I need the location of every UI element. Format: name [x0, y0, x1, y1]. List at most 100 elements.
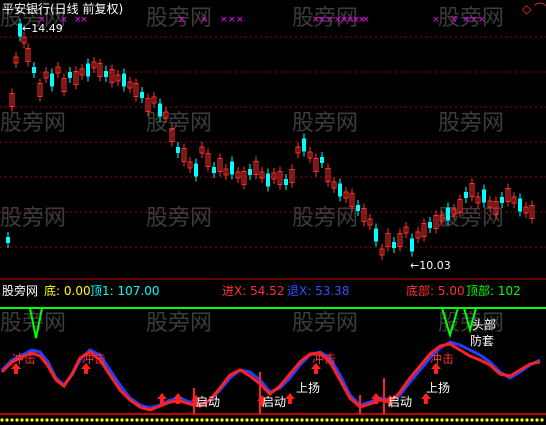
baseline-dot — [525, 418, 529, 422]
candle-body-down — [446, 207, 450, 221]
top-x-marker: × — [432, 15, 440, 25]
baseline-dot — [405, 418, 409, 422]
indicator-item-value: 102 — [497, 284, 521, 298]
baseline-dot — [110, 418, 114, 422]
baseline-dot — [100, 418, 104, 422]
baseline-dot — [495, 418, 499, 422]
candle-body-down — [248, 169, 252, 175]
signal-fangtao: 防套 — [470, 334, 495, 348]
baseline-dot — [25, 418, 29, 422]
indicator-item-value: 5.00 — [437, 284, 465, 298]
baseline-dot — [370, 418, 374, 422]
signal-chongji-1: 冲击 — [12, 352, 37, 366]
candle-body-down — [338, 183, 342, 197]
baseline-dot — [385, 418, 389, 422]
baseline-dot — [375, 418, 379, 422]
candle-body-down — [320, 157, 324, 163]
baseline-dot — [60, 418, 64, 422]
indicator-item-di: 底: 0.00 — [44, 284, 91, 298]
candle-body-down — [194, 163, 198, 177]
top-x-marker: × — [228, 15, 236, 25]
baseline-dot — [485, 418, 489, 422]
candle-body-down — [176, 147, 180, 153]
baseline-dot — [540, 418, 544, 422]
baseline-dot — [165, 418, 169, 422]
baseline-dot — [235, 418, 239, 422]
baseline-dot — [20, 418, 24, 422]
signal-chongji-2: 冲击 — [82, 352, 107, 366]
watermark-text: 股旁网 — [146, 311, 212, 336]
baseline-dot — [500, 418, 504, 422]
baseline-dot — [515, 418, 519, 422]
candle-body-down — [482, 189, 486, 203]
baseline-dot — [475, 418, 479, 422]
baseline-dot — [0, 418, 4, 422]
watermark-text: 股旁网 — [146, 111, 212, 136]
candle-body-down — [284, 179, 288, 185]
baseline-dot — [35, 418, 39, 422]
baseline-dot — [150, 418, 154, 422]
baseline-dot — [305, 418, 309, 422]
top-x-marker: × — [318, 15, 326, 25]
baseline-dot — [115, 418, 119, 422]
watermark-text: 股旁网 — [146, 206, 212, 231]
top-x-marker: × — [200, 15, 208, 25]
baseline-dot — [175, 418, 179, 422]
indicator-item-value: 107.00 — [117, 284, 160, 298]
baseline-dot — [250, 418, 254, 422]
baseline-dot — [285, 418, 289, 422]
baseline-dot — [140, 418, 144, 422]
baseline-dot — [510, 418, 514, 422]
indicator-item-jinx: 进X: 54.52 — [222, 284, 285, 298]
baseline-dot — [255, 418, 259, 422]
baseline-dot — [200, 418, 204, 422]
baseline-dot — [260, 418, 264, 422]
baseline-dot — [505, 418, 509, 422]
watermark-text: 股旁网 — [0, 206, 66, 231]
baseline-dot — [480, 418, 484, 422]
indicator-item-value: 53.38 — [315, 284, 350, 298]
baseline-dot — [445, 418, 449, 422]
low-price-value: 10.03 — [419, 259, 451, 272]
signal-qidong-1: 启动 — [196, 395, 221, 409]
baseline-dot — [195, 418, 199, 422]
indicator-item-ding1: 顶1: 107.00 — [90, 284, 160, 298]
baseline-dot — [220, 418, 224, 422]
baseline-dot — [180, 418, 184, 422]
top-x-marker: × — [478, 15, 486, 25]
indicator-header: 股旁网 — [2, 284, 38, 298]
candle-body-down — [374, 228, 378, 242]
baseline-dot — [300, 418, 304, 422]
candle-body-down — [68, 72, 72, 78]
indicator-item-dibu: 底部: 5.00 — [406, 284, 465, 298]
baseline-dot — [290, 418, 294, 422]
baseline-dot — [395, 418, 399, 422]
baseline-dot — [465, 418, 469, 422]
baseline-dot — [530, 418, 534, 422]
watermark-text: 股旁网 — [0, 111, 66, 136]
low-price-label: ←10.03 — [410, 259, 451, 272]
high-price-label: ←14.49 — [22, 22, 63, 35]
baseline-dot — [15, 418, 19, 422]
baseline-dot — [10, 418, 14, 422]
baseline-dot — [190, 418, 194, 422]
baseline-dot — [30, 418, 34, 422]
baseline-dot — [210, 418, 214, 422]
baseline-dot — [410, 418, 414, 422]
baseline-dot — [340, 418, 344, 422]
baseline-dot — [120, 418, 124, 422]
baseline-dot — [520, 418, 524, 422]
candle-body-down — [32, 67, 36, 73]
baseline-dot — [335, 418, 339, 422]
chart-title: 平安银行(日线 前复权) — [2, 2, 124, 16]
indicator-item-label: 底 — [44, 284, 57, 298]
signal-toubu: 头部 — [472, 318, 497, 332]
baseline-dot — [170, 418, 174, 422]
baseline-dot — [90, 418, 94, 422]
baseline-dot — [455, 418, 459, 422]
high-price-value: 14.49 — [31, 22, 63, 35]
candle-body-down — [500, 197, 504, 203]
curve-control-icon[interactable]: ⌒ — [534, 3, 546, 15]
diamond-control-icon[interactable]: ◇ — [522, 3, 531, 15]
baseline-dot — [355, 418, 359, 422]
